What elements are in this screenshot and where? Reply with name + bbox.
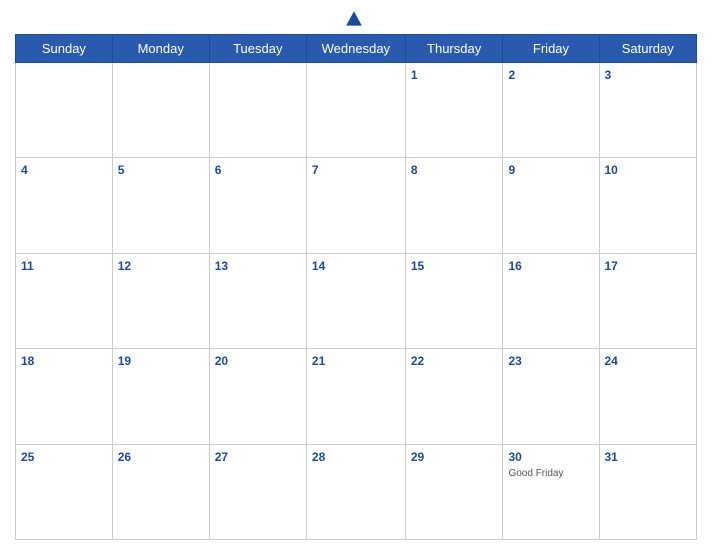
day-number: 27 [215,450,228,464]
week-row-3: 11 12 13 14 15 16 17 [16,253,697,348]
calendar-cell: 14 [306,253,405,348]
day-number: 18 [21,354,34,368]
calendar-cell: 4 [16,158,113,253]
day-number: 26 [118,450,131,464]
calendar-cell: 1 [405,63,503,158]
calendar-cell [209,63,306,158]
weekday-header-wednesday: Wednesday [306,35,405,63]
calendar-table: SundayMondayTuesdayWednesdayThursdayFrid… [15,34,697,540]
calendar-cell: 22 [405,349,503,444]
calendar-cell: 11 [16,253,113,348]
day-number: 3 [605,68,612,82]
calendar-cell: 31 [599,444,697,539]
weekday-header-tuesday: Tuesday [209,35,306,63]
calendar-cell: 3 [599,63,697,158]
calendar-cell: 20 [209,349,306,444]
calendar-cell: 21 [306,349,405,444]
calendar-cell: 27 [209,444,306,539]
calendar-header [15,10,697,28]
weekday-header-friday: Friday [503,35,599,63]
weekday-header-row: SundayMondayTuesdayWednesdayThursdayFrid… [16,35,697,63]
day-number: 8 [411,163,418,177]
calendar-cell: 2 [503,63,599,158]
day-number: 14 [312,259,325,273]
calendar-cell [306,63,405,158]
calendar-cell: 29 [405,444,503,539]
holiday-label: Good Friday [508,468,593,479]
day-number: 5 [118,163,125,177]
day-number: 1 [411,68,418,82]
day-number: 20 [215,354,228,368]
day-number: 19 [118,354,131,368]
calendar-cell: 6 [209,158,306,253]
day-number: 23 [508,354,521,368]
day-number: 12 [118,259,131,273]
calendar-cell: 30 Good Friday [503,444,599,539]
day-number: 6 [215,163,222,177]
day-number: 9 [508,163,515,177]
week-row-5: 25 26 27 28 29 30 Good Friday 31 [16,444,697,539]
day-number: 11 [21,259,34,273]
calendar-cell: 18 [16,349,113,444]
calendar-cell [112,63,209,158]
week-row-2: 4 5 6 7 8 9 10 [16,158,697,253]
week-row-4: 18 19 20 21 22 23 24 [16,349,697,444]
calendar-cell: 26 [112,444,209,539]
logo [345,10,367,28]
calendar-cell: 9 [503,158,599,253]
day-number: 15 [411,259,424,273]
day-number: 24 [605,354,618,368]
calendar-cell: 17 [599,253,697,348]
calendar-cell: 16 [503,253,599,348]
day-number: 29 [411,450,424,464]
weekday-header-monday: Monday [112,35,209,63]
day-number: 21 [312,354,325,368]
weekday-header-sunday: Sunday [16,35,113,63]
calendar-cell: 24 [599,349,697,444]
calendar-cell: 28 [306,444,405,539]
calendar-cell: 13 [209,253,306,348]
day-number: 13 [215,259,228,273]
day-number: 30 [508,450,521,464]
calendar-cell: 12 [112,253,209,348]
calendar-cell: 25 [16,444,113,539]
day-number: 16 [508,259,521,273]
calendar-cell: 7 [306,158,405,253]
calendar-cell: 19 [112,349,209,444]
day-number: 28 [312,450,325,464]
day-number: 17 [605,259,618,273]
day-number: 4 [21,163,28,177]
generalblue-logo-icon [345,10,363,28]
calendar-cell [16,63,113,158]
calendar-cell: 5 [112,158,209,253]
day-number: 22 [411,354,424,368]
weekday-header-saturday: Saturday [599,35,697,63]
day-number: 10 [605,163,618,177]
calendar-cell: 8 [405,158,503,253]
calendar-cell: 23 [503,349,599,444]
week-row-1: 1 2 3 [16,63,697,158]
day-number: 7 [312,163,319,177]
calendar-cell: 10 [599,158,697,253]
calendar-cell: 15 [405,253,503,348]
weekday-header-thursday: Thursday [405,35,503,63]
day-number: 2 [508,68,515,82]
day-number: 25 [21,450,34,464]
day-number: 31 [605,450,618,464]
